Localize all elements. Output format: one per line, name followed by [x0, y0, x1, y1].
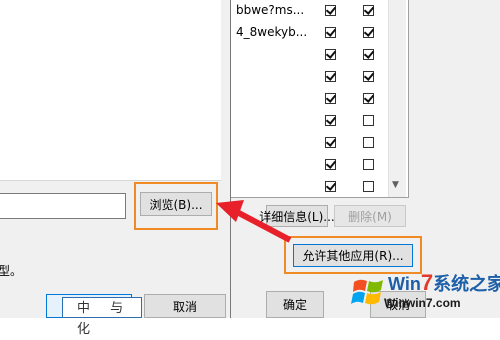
- watermark-title: Win7系统之家: [388, 270, 500, 295]
- windows-logo-icon: [351, 279, 383, 305]
- watermark-url: Winwin7.com: [384, 296, 461, 310]
- site-watermark: Win7系统之家 Winwin7.com: [350, 268, 500, 318]
